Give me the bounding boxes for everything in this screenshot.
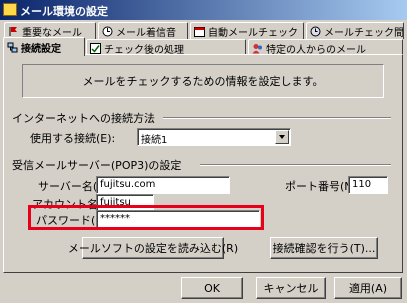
password-value: ******	[100, 213, 130, 224]
calendar-icon	[194, 26, 205, 37]
apply-button-label: 適用(A)	[348, 282, 388, 295]
mail-settings-icon	[3, 3, 17, 16]
tab-label: 自動メールチェック	[208, 27, 298, 39]
tab-label: メールチェック間隔	[324, 27, 404, 39]
flag-icon	[8, 26, 19, 37]
clock-icon	[310, 26, 321, 37]
ok-button-label: OK	[204, 281, 220, 295]
port-value: 110	[352, 179, 372, 190]
section-divider	[163, 117, 391, 119]
info-box: メールをチェックするための情報を設定します。	[22, 64, 384, 98]
process-icon	[90, 42, 101, 54]
password-input[interactable]: ******	[96, 210, 260, 228]
tab-label: メール着信音	[116, 27, 176, 39]
import-mail-settings-button[interactable]: メールソフトの設定を読み込む(R)	[68, 237, 238, 259]
pop3-section-heading: 受信メールサーバー(POP3)の設定	[12, 159, 182, 172]
window-title: メール環境の設定	[20, 5, 108, 18]
chevron-down-icon[interactable]	[275, 130, 289, 144]
tab-connection-settings[interactable]: 接続設定	[3, 37, 85, 56]
account-value: fujitsu	[100, 197, 131, 208]
title-bar[interactable]: メール環境の設定	[0, 0, 407, 20]
ok-button[interactable]: OK	[181, 277, 243, 299]
connection-select[interactable]: 接続1	[137, 128, 291, 146]
tab-label: 接続設定	[21, 43, 61, 55]
tab-mail-check-interval[interactable]: メールチェック間隔	[306, 22, 404, 39]
server-value: fujitsu.com	[100, 179, 156, 190]
info-text: メールをチェックするための情報を設定します。	[82, 75, 324, 88]
tab-mail-sound[interactable]: メール着信音	[98, 22, 188, 39]
cancel-button[interactable]: キャンセル	[256, 277, 326, 299]
connection-label: 使用する接続(E):	[30, 132, 116, 145]
test-connection-button[interactable]: 接続確認を行う(T)...	[270, 237, 378, 259]
test-button-label: 接続確認を行う(T)...	[272, 242, 376, 255]
tab-auto-mail-check[interactable]: 自動メールチェック	[190, 22, 304, 39]
apply-button[interactable]: 適用(A)	[334, 277, 402, 299]
section-divider	[200, 164, 391, 166]
cancel-button-label: キャンセル	[263, 282, 319, 295]
network-icon	[7, 42, 18, 53]
server-input[interactable]: fujitsu.com	[96, 176, 230, 194]
people-icon	[252, 43, 263, 54]
internet-section-heading: インターネットへの接続方法	[12, 112, 155, 125]
port-input[interactable]: 110	[348, 176, 388, 194]
sound-icon	[102, 26, 113, 37]
connection-value: 接続1	[141, 135, 168, 146]
import-button-label: メールソフトの設定を読み込む(R)	[67, 242, 239, 255]
